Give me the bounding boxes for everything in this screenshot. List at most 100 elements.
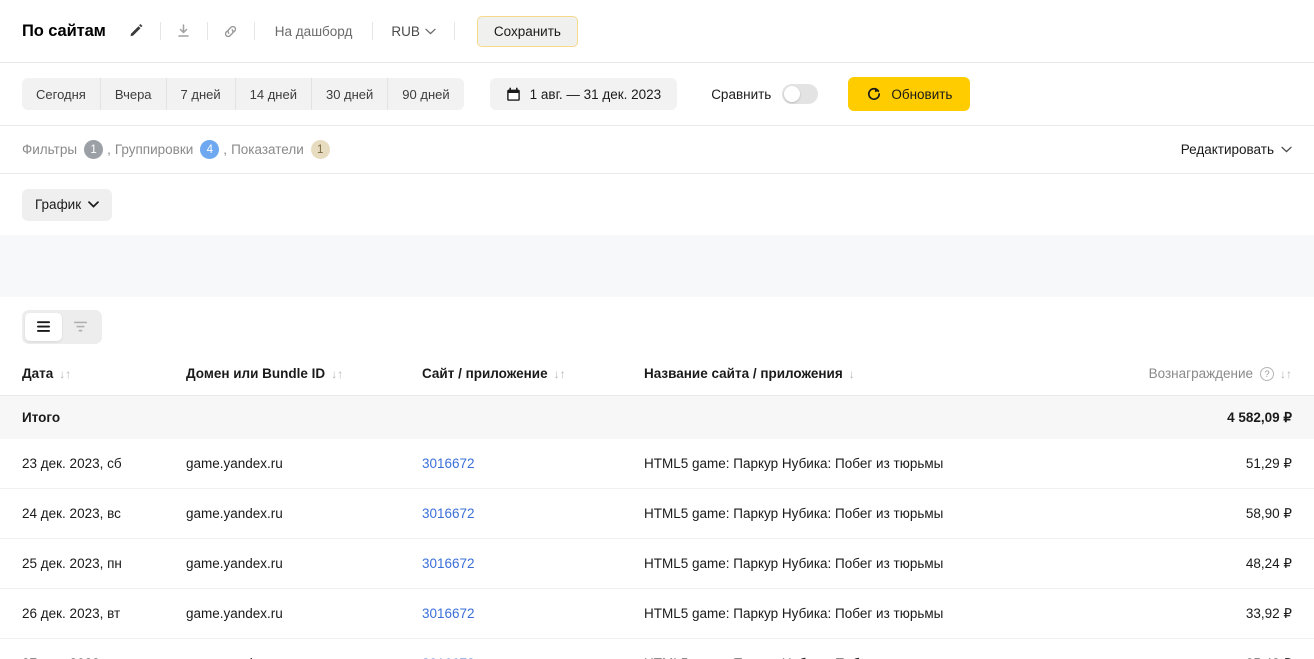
table-row[interactable]: 25 дек. 2023, пн game.yandex.ru 3016672 … <box>0 538 1314 590</box>
col-header-site[interactable]: Сайт / приложение ↓↑ <box>422 356 644 397</box>
cell-date: 23 дек. 2023, сб <box>0 438 186 490</box>
download-icon[interactable] <box>167 14 201 48</box>
cell-date: 27 дек. 2023, ср <box>0 638 186 659</box>
cell-date: 24 дек. 2023, вс <box>0 488 186 540</box>
view-mode-group <box>22 309 102 344</box>
cell-reward: 48,24 ₽ <box>1144 538 1314 590</box>
cell-site-name: HTML5 game: Паркур Нубика: Побег из тюрь… <box>644 588 1144 640</box>
compare-label: Сравнить <box>711 86 772 102</box>
list-view-icon-glyph <box>37 321 50 332</box>
filters-toolbar: Фильтры 1 , Группировки 4 , Показатели 1… <box>0 126 1314 174</box>
table-header: Дата ↓↑ Домен или Bundle ID ↓↑ Сайт / прил… <box>0 356 1314 397</box>
period-preset-group: Сегодня Вчера 7 дней 14 дней 30 дней 90 … <box>22 78 464 110</box>
cell-reward: 58,90 ₽ <box>1144 488 1314 540</box>
chevron-down-icon <box>88 201 99 208</box>
col-header-date[interactable]: Дата ↓↑ <box>0 356 186 397</box>
chevron-down-icon <box>1281 146 1292 153</box>
graph-type-label: График <box>35 197 82 212</box>
site-id-link[interactable]: 3016672 <box>422 456 475 471</box>
filters-count-badge: 1 <box>84 140 104 159</box>
col-header-site-name-label: Название сайта / приложения <box>644 366 843 382</box>
view-toolbar <box>0 297 1314 356</box>
filters-summary: Фильтры 1 , Группировки 4 , Показатели 1 <box>22 140 334 159</box>
col-header-reward-label: Вознаграждение <box>1148 366 1253 381</box>
save-button[interactable]: Сохранить <box>476 15 578 47</box>
col-header-domain-label: Домен или Bundle ID <box>186 366 326 382</box>
graph-toolbar: График <box>0 174 1314 235</box>
table-row[interactable]: 27 дек. 2023, ср game.yandex.ru 3016672 … <box>0 638 1314 659</box>
col-header-domain[interactable]: Домен или Bundle ID ↓↑ <box>186 356 422 397</box>
sort-icon[interactable]: ↓↑ <box>331 367 343 381</box>
cell-site-id: 3016672 <box>422 538 644 590</box>
link-icon-glyph <box>225 25 237 37</box>
pencil-icon[interactable] <box>120 14 154 48</box>
filter-view-icon[interactable] <box>62 313 99 341</box>
site-id-link[interactable]: 3016672 <box>422 506 475 521</box>
date-range-label: 1 авг. — 31 дек. 2023 <box>529 86 662 102</box>
sort-icon[interactable]: ↓ <box>849 367 855 381</box>
period-preset-yesterday[interactable]: Вчера <box>101 78 167 110</box>
cell-site-name: HTML5 game: Паркур Нубика: Побег из тюрь… <box>644 488 1144 540</box>
total-reward: 4 582,09 ₽ <box>1144 395 1314 439</box>
table-row[interactable]: 24 дек. 2023, вс game.yandex.ru 3016672 … <box>0 488 1314 540</box>
cell-site-name: HTML5 game: Паркур Нубика: Побег из тюрь… <box>644 438 1144 490</box>
metrics-link[interactable]: Показатели <box>231 142 304 157</box>
chevron-down-icon <box>425 28 436 34</box>
total-label: Итого <box>0 395 186 439</box>
sort-icon[interactable]: ↓↑ <box>59 367 71 381</box>
sort-icon[interactable]: ↓↑ <box>554 367 566 381</box>
period-preset-30d[interactable]: 30 дней <box>312 78 389 110</box>
filter-view-icon-glyph <box>74 321 87 332</box>
refresh-icon <box>868 87 881 100</box>
link-icon[interactable] <box>214 14 248 48</box>
site-id-link[interactable]: 3016672 <box>422 606 475 621</box>
cell-site-name: HTML5 game: Паркур Нубика: Побег из тюрь… <box>644 538 1144 590</box>
refresh-label: Обновить <box>891 86 953 102</box>
groupings-count-badge: 4 <box>200 140 220 159</box>
table-row[interactable]: 23 дек. 2023, сб game.yandex.ru 3016672 … <box>0 438 1314 490</box>
cell-date: 26 дек. 2023, вт <box>0 588 186 640</box>
currency-label: RUB <box>391 23 420 39</box>
divider <box>372 22 374 40</box>
divider <box>453 22 455 40</box>
col-header-reward[interactable]: Вознаграждение? ↓↑ <box>1144 356 1314 397</box>
total-site <box>422 395 644 439</box>
list-view-icon[interactable] <box>25 312 62 341</box>
edit-report-button[interactable]: Редактировать <box>1181 142 1292 157</box>
period-preset-7d[interactable]: 7 дней <box>167 78 236 110</box>
table-row[interactable]: 26 дек. 2023, вт game.yandex.ru 3016672 … <box>0 588 1314 640</box>
cell-domain: game.yandex.ru <box>186 438 422 490</box>
to-dashboard-button[interactable]: На дашборд <box>261 24 367 39</box>
separator: , <box>223 142 228 157</box>
chart-area <box>0 235 1314 297</box>
table-header-row: Дата ↓↑ Домен или Bundle ID ↓↑ Сайт / прил… <box>0 356 1314 397</box>
sort-icon[interactable]: ↓↑ <box>1280 367 1292 381</box>
graph-type-select[interactable]: График <box>22 188 113 221</box>
total-domain <box>186 395 422 439</box>
cell-domain: game.yandex.ru <box>186 538 422 590</box>
period-preset-90d[interactable]: 90 дней <box>388 78 463 110</box>
col-header-date-label: Дата <box>22 366 54 382</box>
cell-domain: game.yandex.ru <box>186 488 422 540</box>
date-range-picker[interactable]: 1 авг. — 31 дек. 2023 <box>489 78 678 110</box>
refresh-button[interactable]: Обновить <box>848 77 971 111</box>
table-total-row: Итого 4 582,09 ₽ <box>0 395 1314 439</box>
download-icon-glyph <box>178 23 190 37</box>
col-header-site-name[interactable]: Название сайта / приложения ↓ <box>644 356 1144 397</box>
cell-domain: game.yandex.ru <box>186 638 422 659</box>
period-preset-today[interactable]: Сегодня <box>22 78 101 110</box>
currency-select[interactable]: RUB <box>379 24 448 39</box>
compare-toggle[interactable] <box>782 84 819 104</box>
page-title: По сайтам <box>22 21 106 40</box>
cell-site-id: 3016672 <box>422 488 644 540</box>
calendar-icon <box>506 87 520 101</box>
help-icon[interactable]: ? <box>1260 367 1274 382</box>
divider <box>206 22 208 40</box>
period-preset-14d[interactable]: 14 дней <box>236 78 312 110</box>
filters-link[interactable]: Фильтры <box>22 142 77 157</box>
site-id-link[interactable]: 3016672 <box>422 556 475 571</box>
col-header-site-label: Сайт / приложение <box>422 366 548 382</box>
groupings-link[interactable]: Группировки <box>115 142 193 157</box>
cell-domain: game.yandex.ru <box>186 588 422 640</box>
report-header: По сайтам На дашборд RUB Сохранить <box>0 0 1314 63</box>
